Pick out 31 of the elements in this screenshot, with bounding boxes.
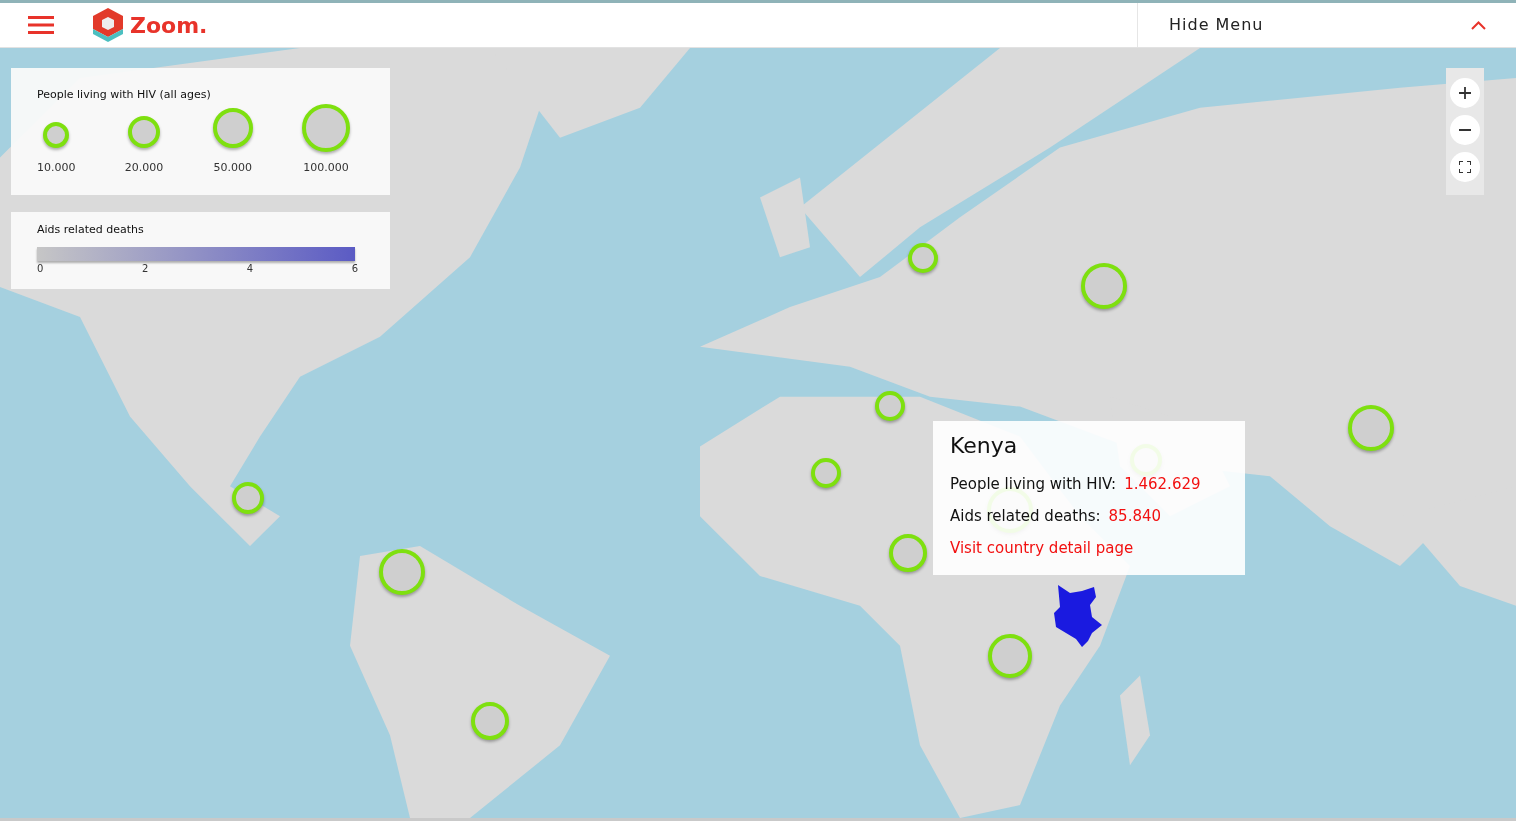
size-circle-icon: [302, 103, 350, 152]
stat-value: 85.840: [1108, 506, 1162, 525]
logo-icon: [90, 7, 126, 43]
legend-label: 50.000: [213, 159, 252, 176]
size-circle-icon: [43, 121, 70, 148]
zoom-in-button[interactable]: [1450, 78, 1480, 108]
stat-label: Aids related deaths:: [950, 506, 1101, 525]
menu-icon[interactable]: [28, 16, 54, 34]
zoom-out-button[interactable]: [1450, 115, 1480, 145]
legend-label: 20.000: [124, 159, 164, 176]
scale-tick-label: 0: [37, 261, 44, 276]
tooltip-title: Kenya: [950, 433, 1019, 460]
size-circle-icon: [128, 115, 161, 148]
scale-tick-label: 6: [351, 261, 358, 276]
legend-label: 10.000: [37, 159, 76, 176]
brand-name: Zoom.: [130, 11, 208, 40]
legend-label: 100.000: [303, 159, 349, 176]
hide-menu-link[interactable]: Hide Menu: [1169, 13, 1264, 37]
highlighted-country-shape[interactable]: [1052, 583, 1104, 649]
caret-icon[interactable]: [1471, 20, 1486, 30]
size-circle-icon: [212, 107, 253, 148]
legend-title: People living with HIV (all ages): [37, 87, 212, 103]
stat-label: People living with HIV:: [950, 475, 1117, 494]
scale-tick-label: 2: [141, 261, 149, 276]
fullscreen-icon: [1459, 161, 1471, 173]
scale-tick-label: 4: [246, 261, 254, 276]
fullscreen-button[interactable]: [1450, 152, 1480, 182]
plus-icon: [1459, 87, 1471, 99]
country-detail-link[interactable]: Visit country detail page: [950, 539, 1134, 558]
legend-title: Aids related deaths: [37, 222, 145, 238]
stat-value: 1.462.629: [1124, 475, 1201, 494]
